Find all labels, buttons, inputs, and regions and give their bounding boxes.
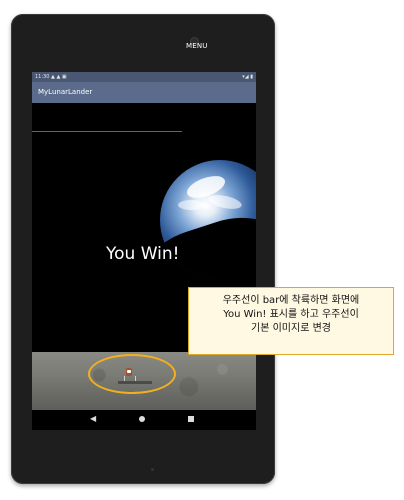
- callout-line-2: You Win! 표시를 하고 우주선이: [223, 309, 359, 320]
- highlight-ellipse: [88, 354, 176, 394]
- cloud-shape: [178, 200, 204, 210]
- callout-line-3: 기본 이미지로 변경: [251, 323, 331, 334]
- notification-icons: ▲ ▲ ▣: [51, 74, 67, 80]
- fuel-bar: [32, 131, 183, 132]
- status-time: 11:30 ▲ ▲ ▣: [35, 74, 67, 80]
- recent-apps-icon[interactable]: [188, 416, 194, 422]
- win-message: You Win!: [106, 244, 180, 264]
- earth-shadow: [160, 202, 256, 280]
- status-time-text: 11:30: [35, 74, 50, 80]
- back-icon[interactable]: ◀: [90, 414, 96, 423]
- navigation-bar: ◀: [32, 410, 256, 430]
- status-bar: 11:30 ▲ ▲ ▣ ▾◢ ▮: [32, 72, 256, 82]
- app-title: MyLunarLander: [38, 88, 93, 96]
- home-icon[interactable]: [139, 416, 145, 422]
- app-bar: MyLunarLander: [32, 82, 256, 103]
- speaker-dot: [151, 468, 154, 471]
- signal-battery-icon: ▾◢ ▮: [242, 74, 253, 80]
- annotation-callout: 우주선이 bar에 착륙하면 화면에 You Win! 표시를 하고 우주선이 …: [188, 287, 394, 355]
- callout-line-1: 우주선이 bar에 착륙하면 화면에: [222, 295, 360, 306]
- menu-button[interactable]: MENU: [186, 42, 208, 50]
- cloud-shape: [207, 192, 243, 212]
